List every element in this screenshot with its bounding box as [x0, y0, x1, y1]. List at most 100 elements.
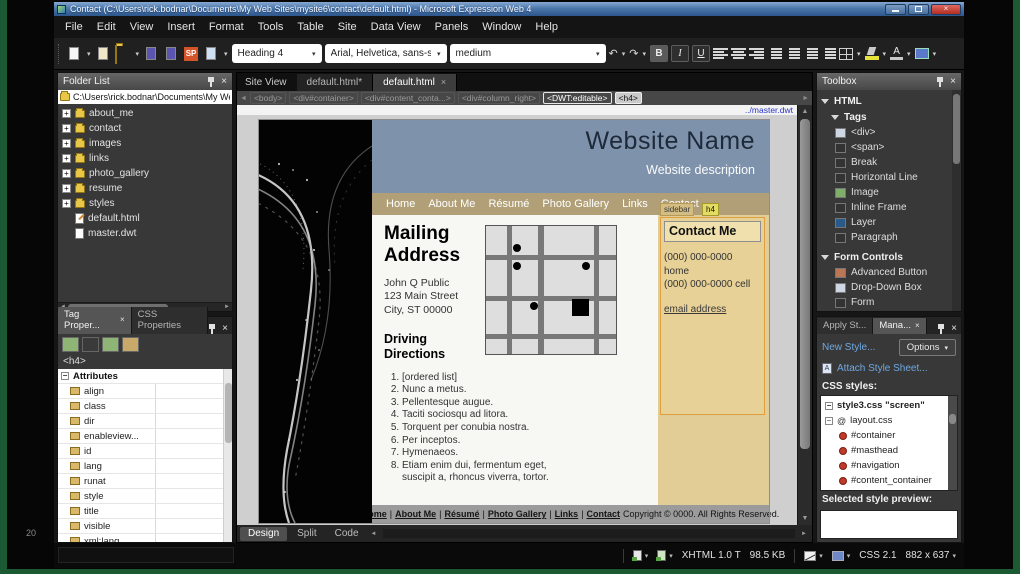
close-panel-icon[interactable]: ×: [221, 76, 227, 87]
attributes-section-row[interactable]: − Attributes: [58, 369, 223, 384]
close-tab-icon[interactable]: ×: [120, 316, 125, 324]
collapse-icon[interactable]: −: [825, 416, 833, 425]
style-sheet-item-layout[interactable]: − @ layout.css: [821, 413, 948, 428]
tab-apply-styles[interactable]: Apply St...: [817, 318, 874, 334]
menu-data-view[interactable]: Data View: [364, 18, 428, 36]
scrollbar-thumb[interactable]: [949, 414, 956, 424]
preview-browser-button[interactable]: [203, 46, 220, 62]
attach-style-sheet-link[interactable]: Attach Style Sheet...: [837, 363, 928, 374]
collapse-icon[interactable]: −: [61, 372, 69, 380]
toolbox-item-advanced-button[interactable]: Advanced Button: [821, 265, 952, 280]
folder-item-links[interactable]: + links: [58, 151, 232, 166]
close-tab-icon[interactable]: ×: [915, 321, 920, 330]
new-style-link[interactable]: New Style...: [822, 342, 875, 353]
css-schema-indicator[interactable]: CSS 2.1: [859, 550, 896, 561]
undo-button[interactable]: ↶: [609, 47, 618, 60]
design-canvas[interactable]: ../master.dwt Website Name Website descr…: [237, 105, 812, 525]
design-vscrollbar[interactable]: ▲ ▼: [797, 105, 812, 525]
footer-link-resume[interactable]: Résumé: [444, 509, 479, 519]
attribute-row-title[interactable]: title: [58, 504, 223, 519]
menu-format[interactable]: Format: [202, 18, 251, 36]
nav-link-resume[interactable]: Résumé: [488, 198, 529, 210]
code-view-button[interactable]: Code: [327, 527, 367, 541]
redo-button[interactable]: ↷: [629, 47, 638, 60]
attribute-row-class[interactable]: class: [58, 399, 223, 414]
attribute-value[interactable]: [154, 504, 223, 518]
attributes-vscrollbar[interactable]: [223, 369, 232, 542]
toolbox-item-break[interactable]: Break: [821, 155, 952, 170]
attribute-row-enableview[interactable]: enableview...: [58, 429, 223, 444]
paragraph-style-dropdown[interactable]: Heading 4 ▾: [231, 44, 322, 63]
toolbar-grip[interactable]: [58, 43, 61, 64]
footer-link-contact[interactable]: Contact: [587, 509, 621, 519]
pin-icon[interactable]: [207, 76, 215, 87]
scroll-left-icon[interactable]: ◄: [369, 531, 379, 537]
bold-button[interactable]: B: [650, 45, 669, 62]
folder-item-styles[interactable]: + styles: [58, 196, 232, 211]
open-folder-button[interactable]: [114, 44, 132, 64]
file-size-indicator[interactable]: 98.5 KB: [750, 550, 786, 561]
nav-link-about-me[interactable]: About Me: [428, 198, 475, 210]
font-color-caret[interactable]: ▾: [906, 50, 912, 58]
superpreview-button[interactable]: SP: [183, 46, 200, 62]
close-panel-icon[interactable]: ×: [950, 76, 956, 87]
tab-css-properties[interactable]: CSS Properties: [131, 307, 209, 334]
attribute-value[interactable]: [154, 429, 223, 443]
tab-default-html-active[interactable]: default.html ×: [373, 74, 458, 91]
attribute-value[interactable]: [154, 414, 223, 428]
italic-button[interactable]: I: [671, 45, 690, 62]
expand-icon[interactable]: +: [62, 124, 71, 133]
menu-edit[interactable]: Edit: [90, 18, 123, 36]
menu-tools[interactable]: Tools: [251, 18, 291, 36]
save-all-button[interactable]: [163, 46, 180, 62]
toolbox-item-paragraph[interactable]: Paragraph: [821, 230, 952, 245]
sync-status-button[interactable]: ▾: [656, 550, 673, 561]
undo-caret[interactable]: ▾: [621, 50, 627, 58]
close-panel-icon[interactable]: ×: [222, 324, 228, 334]
file-item-default-html[interactable]: default.html: [58, 211, 232, 226]
site-root-item[interactable]: C:\Users\rick.bodnar\Documents\My Web: [58, 90, 232, 104]
expand-icon[interactable]: +: [62, 154, 71, 163]
underline-button[interactable]: U: [692, 45, 711, 62]
quick-tag-body[interactable]: <body>: [249, 92, 287, 104]
save-button[interactable]: [143, 46, 160, 62]
scrollbar-thumb[interactable]: [224, 383, 232, 443]
toolbox-item-span[interactable]: <span>: [821, 140, 952, 155]
attribute-row-lang[interactable]: lang: [58, 459, 223, 474]
scroll-down-icon[interactable]: ▼: [798, 512, 812, 525]
align-right-button[interactable]: [749, 48, 765, 59]
style-item-container[interactable]: #container: [821, 428, 948, 443]
pin-icon[interactable]: [936, 76, 944, 87]
attribute-value[interactable]: [154, 399, 223, 413]
page-size-button[interactable]: 882 x 637 ▾: [906, 550, 956, 561]
open-caret[interactable]: ▾: [135, 50, 141, 58]
numbered-list-button[interactable]: [767, 48, 783, 59]
toolbox-section-form-controls[interactable]: Form Controls: [821, 249, 952, 265]
nav-link-home[interactable]: Home: [386, 198, 415, 210]
borders-caret[interactable]: ▾: [856, 50, 862, 58]
toolbox-vscrollbar[interactable]: [952, 90, 961, 311]
expand-icon[interactable]: +: [62, 139, 71, 148]
footer-link-links[interactable]: Links: [555, 509, 579, 519]
new-document-caret[interactable]: ▾: [86, 50, 92, 58]
quick-tag-content-container[interactable]: <div#content_conta...>: [360, 92, 455, 104]
toolbox-item-horizontal-line[interactable]: Horizontal Line: [821, 170, 952, 185]
expand-icon[interactable]: +: [62, 184, 71, 193]
quick-tag-h4[interactable]: <h4>: [614, 92, 642, 104]
menu-window[interactable]: Window: [475, 18, 528, 36]
attribute-value[interactable]: [154, 384, 223, 398]
qts-scroll-right-icon[interactable]: ►: [802, 95, 809, 102]
attribute-row-visible[interactable]: visible: [58, 519, 223, 534]
folder-item-resume[interactable]: + resume: [58, 181, 232, 196]
expand-icon[interactable]: +: [62, 109, 71, 118]
attribute-row-dir[interactable]: dir: [58, 414, 223, 429]
toolbox-item-div[interactable]: <div>: [821, 125, 952, 140]
scrollbar-thumb[interactable]: [953, 94, 960, 164]
open-page-button[interactable]: [95, 46, 112, 62]
style-item-navigation[interactable]: #navigation: [821, 458, 948, 473]
attribute-row-align[interactable]: align: [58, 384, 223, 399]
highlight-button[interactable]: [864, 47, 879, 60]
menu-site[interactable]: Site: [331, 18, 364, 36]
attach-style-sheet-row[interactable]: A Attach Style Sheet...: [817, 359, 961, 378]
style-item-masthead[interactable]: #masthead: [821, 443, 948, 458]
